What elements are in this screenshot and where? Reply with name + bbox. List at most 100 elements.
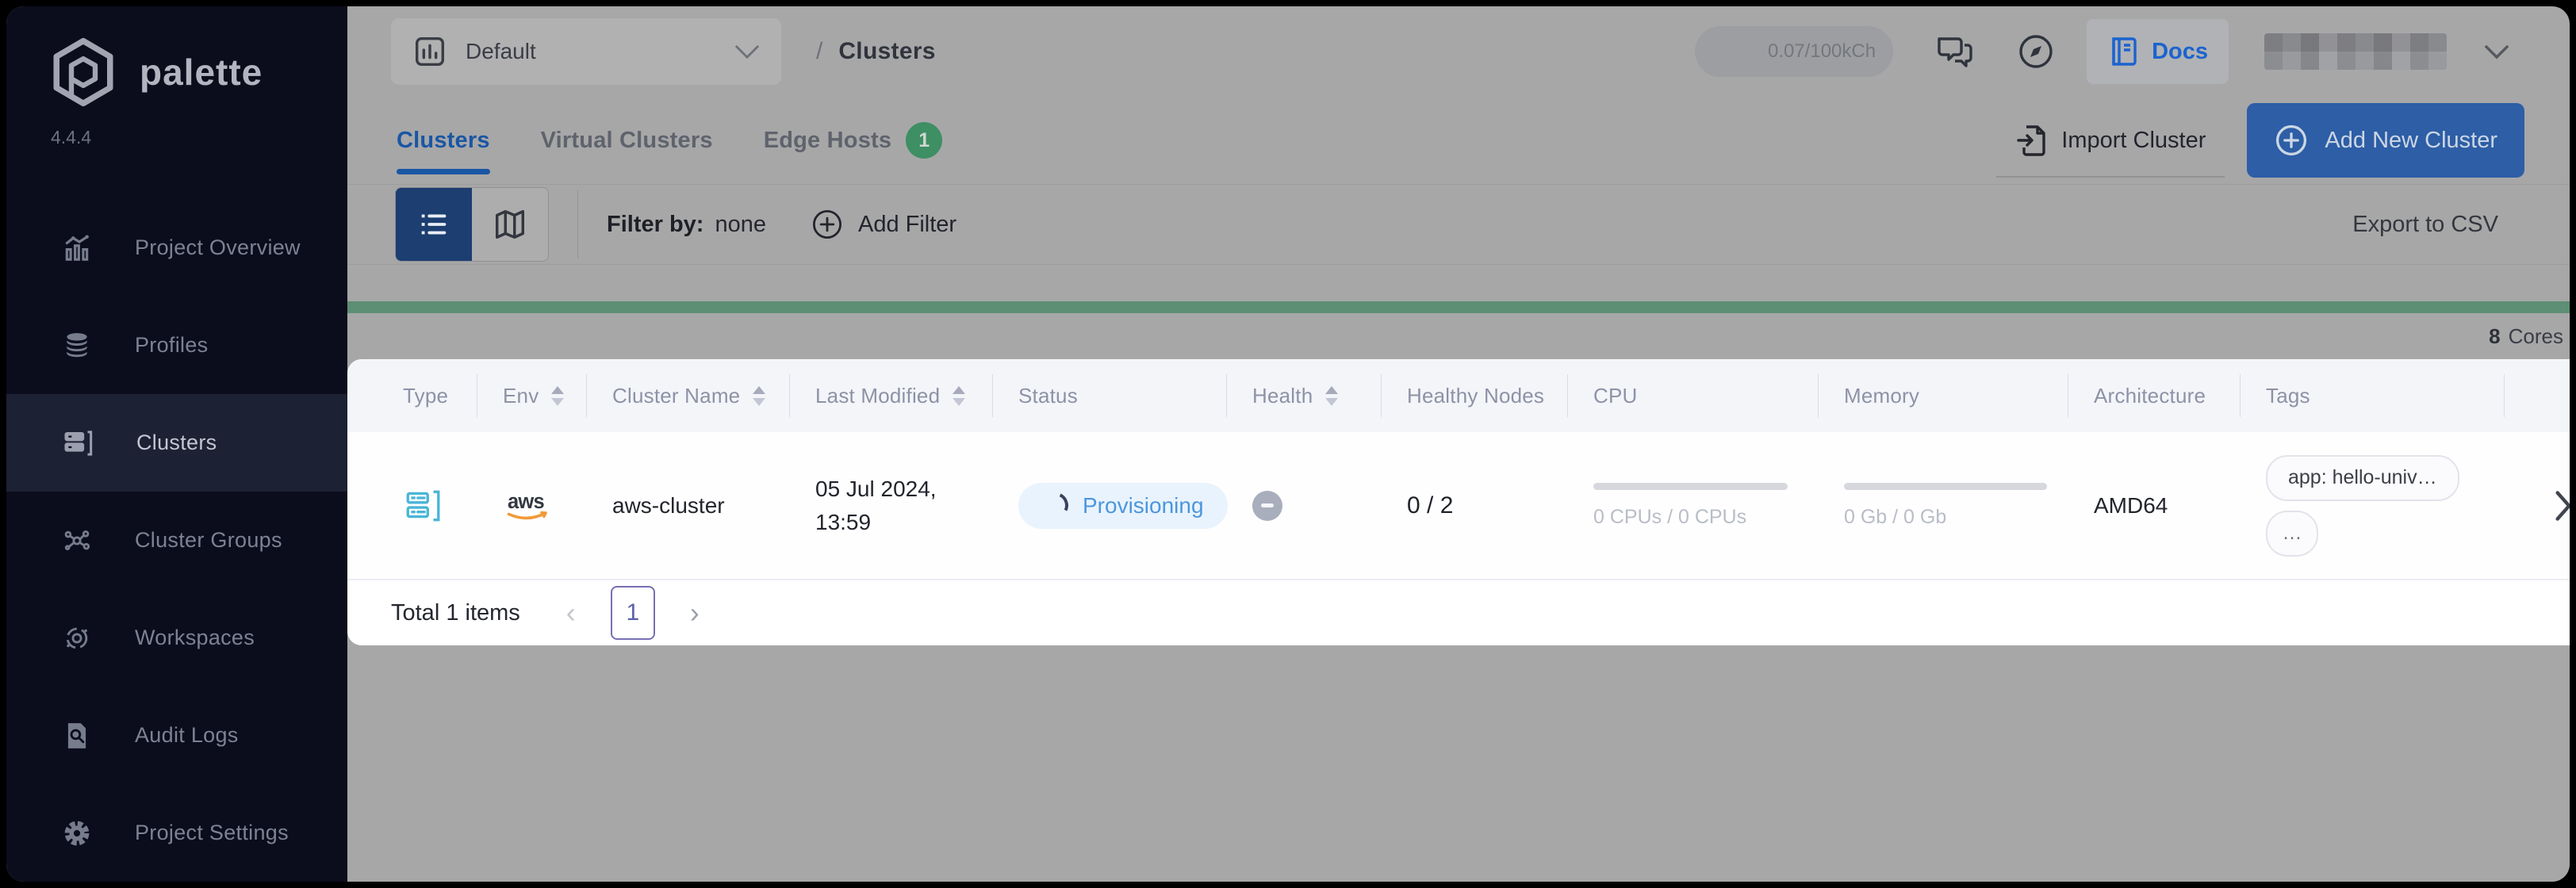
aws-logo: aws [503,487,555,525]
tabs-row: Clusters Virtual Clusters Edge Hosts 1 I… [347,97,2570,185]
last-modified-time: 13:59 [815,509,872,534]
plus-circle-icon [2274,123,2309,158]
compass-icon[interactable] [2017,33,2055,71]
export-to-csv-button[interactable]: Export to CSV [2352,212,2498,238]
tab-edge-hosts[interactable]: Edge Hosts 1 [764,97,943,184]
sidebar-item-project-settings[interactable]: Project Settings [6,784,347,882]
map-view-button[interactable] [472,188,548,261]
sort-icon[interactable] [551,385,565,406]
column-label: Memory [1844,383,1920,408]
cluster-groups-icon [62,526,92,556]
add-filter-button[interactable]: Add Filter [811,208,956,241]
tab-label: Clusters [397,127,490,153]
cell-health [1226,490,1381,521]
sidebar-item-label: Audit Logs [135,723,239,747]
clusters-table: Type Env Cluster Name Last Modified Stat… [347,359,2570,645]
column-header-health[interactable]: Health [1226,359,1381,432]
cell-status: Provisioning [992,482,1228,529]
breadcrumb-separator: / [816,38,823,64]
sidebar-item-label: Clusters [136,431,217,454]
sort-icon[interactable] [753,385,766,406]
column-header-tags: Tags [2240,359,2504,432]
add-new-cluster-label: Add New Cluster [2325,127,2497,153]
column-label: Last Modified [815,383,941,408]
import-cluster-button[interactable]: Import Cluster [1996,122,2225,178]
tab-clusters[interactable]: Clusters [397,97,490,184]
tab-virtual-clusters[interactable]: Virtual Clusters [541,97,713,184]
sort-icon[interactable] [1325,385,1339,406]
usage-badge-value: 0.07/100kCh [1767,40,1876,62]
next-page-icon[interactable]: › [690,596,700,630]
more-tags-pill[interactable]: … [2266,510,2318,557]
memory-usage-bar [1844,482,2047,490]
breadcrumb-page: Clusters [838,38,936,64]
column-header-healthy-nodes: Healthy Nodes [1381,359,1567,432]
sidebar-item-project-overview[interactable]: Project Overview [6,199,347,297]
audit-logs-icon [62,721,92,751]
cell-healthy-nodes: 0 / 2 [1381,492,1567,519]
profiles-icon [62,331,92,361]
chevron-right-icon[interactable] [2553,488,2570,523]
add-new-cluster-button[interactable]: Add New Cluster [2247,103,2524,178]
column-header-last-modified[interactable]: Last Modified [789,359,992,432]
cell-actions [2504,488,2570,523]
view-toggle [395,187,549,262]
cores-usage-bar [347,301,2570,313]
cell-last-modified: 05 Jul 2024, 13:59 [789,473,992,539]
column-header-env[interactable]: Env [477,359,586,432]
toolbar-divider [577,190,578,258]
sort-icon[interactable] [953,385,966,406]
sidebar-item-workspaces[interactable]: Workspaces [6,589,347,687]
feedback-chat-icon[interactable] [1934,33,1976,71]
column-label: Architecture [2094,383,2206,408]
column-label: Cluster Name [612,383,741,408]
sidebar-nav: Project Overview Profiles Clusters Clust… [6,199,347,882]
edge-hosts-count-badge: 1 [906,122,943,159]
tab-label: Edge Hosts [763,127,892,153]
user-name-redacted[interactable] [2264,33,2447,70]
provisioning-spinner-icon [1038,488,1072,522]
previous-page-icon[interactable]: ‹ [566,596,576,630]
column-label: Healthy Nodes [1407,383,1545,408]
tag-pill[interactable]: app: hello-univ… [2266,454,2459,501]
gear-icon [62,818,92,848]
list-view-button[interactable] [396,188,472,261]
column-header-cluster-name[interactable]: Cluster Name [586,359,789,432]
pagination-total: Total 1 items [391,599,520,626]
column-label: Tags [2266,383,2310,408]
project-selector[interactable]: Default [391,18,781,85]
palette-logo-icon [48,36,119,108]
status-badge: Provisioning [1018,482,1228,529]
cores-usage-row: 8 Cores [347,313,2570,359]
health-unknown-icon [1252,490,1282,521]
memory-usage-label: 0 Gb / 0 Gb [1844,505,1947,528]
cell-type [347,486,477,526]
add-filter-label: Add Filter [857,211,957,237]
column-header-type: Type [347,359,477,432]
column-label: Status [1018,383,1078,408]
sidebar-item-audit-logs[interactable]: Audit Logs [6,687,347,784]
active-tab-underline [397,169,490,174]
aws-logo-text: aws [508,491,545,513]
sidebar-item-profiles[interactable]: Profiles [6,297,347,394]
cpu-usage-bar [1593,482,1788,490]
import-file-icon [2015,122,2047,159]
column-header-architecture: Architecture [2068,359,2240,432]
sidebar-item-clusters[interactable]: Clusters [6,394,347,492]
workspaces-icon [62,623,92,653]
logo-wordmark: palette [140,52,263,93]
column-label: Env [503,383,539,408]
project-scope-icon [412,33,448,70]
cell-env: aws [477,487,586,525]
table-row[interactable]: aws aws-cluster 05 Jul 2024, 13:59 Provi… [347,432,2570,580]
app-window: palette 4.4.4 Project Overview Profiles … [6,6,2570,882]
filter-by-label: Filter by: [607,211,704,237]
top-bar: Default / Clusters 0.07/100kCh Docs [347,6,2570,97]
column-label: Health [1252,383,1313,408]
sidebar-item-cluster-groups[interactable]: Cluster Groups [6,492,347,589]
user-menu-chevron-icon[interactable] [2483,43,2510,60]
page-number-button[interactable]: 1 [610,586,655,640]
sidebar-item-label: Project Overview [135,235,301,259]
docs-button[interactable]: Docs [2087,19,2229,84]
